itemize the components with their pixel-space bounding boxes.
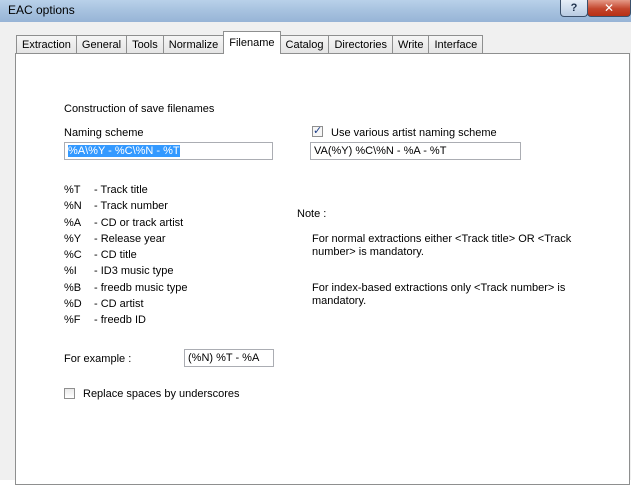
legend-desc: - freedb music type (94, 282, 188, 294)
naming-scheme-value: %A\%Y - %C\%N - %T (68, 145, 180, 157)
legend-code: %A (64, 217, 82, 229)
various-artist-label: Use various artist naming scheme (331, 127, 497, 139)
tab-catalog[interactable]: Catalog (279, 35, 330, 54)
naming-scheme-label: Naming scheme (64, 127, 144, 139)
tab-directories[interactable]: Directories (328, 35, 394, 54)
legend-desc: - CD or track artist (94, 217, 184, 229)
replace-spaces-label: Replace spaces by underscores (83, 388, 240, 400)
legend-code: %D (64, 298, 82, 310)
legend-desc: - Release year (94, 233, 166, 245)
title-bar: EAC options ? ✕ (0, 0, 631, 23)
help-button[interactable]: ? (560, 0, 588, 17)
note-line: number> is mandatory. (312, 246, 424, 258)
tab-strip: Extraction General Tools Normalize Filen… (16, 31, 484, 54)
legend-code: %B (64, 282, 82, 294)
legend-code: %T (64, 184, 81, 196)
tab-tools[interactable]: Tools (126, 35, 164, 54)
note-normal-extraction: For normal extractions either <Track tit… (312, 233, 571, 259)
legend-desc: - Track title (94, 184, 148, 196)
window-title: EAC options (8, 3, 75, 17)
tab-write[interactable]: Write (392, 35, 430, 54)
legend-desc: - CD title (94, 249, 137, 261)
various-artist-checkbox[interactable]: ✓ (312, 125, 323, 137)
legend-code: %N (64, 200, 82, 212)
example-output: (%N) %T - %A (184, 349, 274, 367)
legend-desc: - ID3 music type (94, 265, 174, 277)
note-title: Note : (297, 208, 327, 220)
replace-spaces-checkbox[interactable] (64, 388, 75, 399)
note-line: mandatory. (312, 295, 367, 307)
check-mark-icon: ✓ (313, 125, 323, 137)
example-label: For example : (64, 353, 132, 365)
note-index-extraction: For index-based extractions only <Track … (312, 282, 565, 308)
legend-code: %Y (64, 233, 82, 245)
legend-code: %F (64, 314, 81, 326)
filename-panel: Construction of save filenames Naming sc… (15, 53, 630, 485)
tab-extraction[interactable]: Extraction (16, 35, 77, 54)
legend-code: %I (64, 265, 77, 277)
close-button[interactable]: ✕ (587, 0, 631, 17)
tab-general[interactable]: General (75, 35, 128, 54)
legend-desc: - Track number (94, 200, 168, 212)
legend-desc: - CD artist (94, 298, 144, 310)
section-title: Construction of save filenames (64, 103, 215, 115)
note-line: For normal extractions either <Track tit… (312, 233, 572, 245)
legend-code: %C (64, 249, 82, 261)
options-dialog: Extraction General Tools Normalize Filen… (0, 22, 631, 485)
naming-scheme-input[interactable]: %A\%Y - %C\%N - %T (64, 142, 273, 160)
tab-filename[interactable]: Filename (223, 31, 281, 54)
note-line: For index-based extractions only <Track … (312, 282, 566, 294)
various-artist-input[interactable]: VA(%Y) %C\%N - %A - %T (310, 142, 521, 160)
legend-desc: - freedb ID (94, 314, 146, 326)
tab-interface[interactable]: Interface (428, 35, 484, 54)
tab-normalize[interactable]: Normalize (162, 35, 225, 54)
